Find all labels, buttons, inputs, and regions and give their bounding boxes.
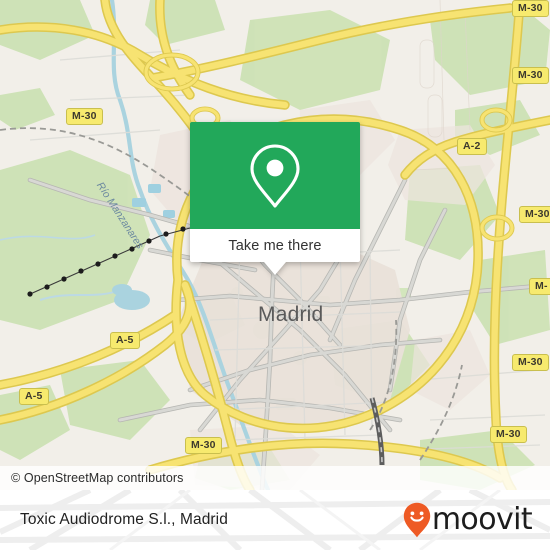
- road-shield: M-: [529, 278, 550, 295]
- map-attribution-bar: © OpenStreetMap contributors: [0, 466, 550, 490]
- road-shield: M-30: [185, 437, 222, 454]
- moovit-brand[interactable]: moovit: [403, 502, 550, 538]
- road-shield: M-30: [512, 354, 549, 371]
- place-title: Toxic Audiodrome S.l., Madrid: [20, 511, 228, 528]
- popup-tail: [264, 262, 286, 275]
- road-shield: M-30: [519, 206, 550, 223]
- location-popup[interactable]: Take me there: [190, 122, 360, 275]
- map-canvas[interactable]: M-30 M-30 M-30 A-2 M-30 M- A-5 M-30 A-5 …: [0, 0, 550, 490]
- popup-footer[interactable]: Take me there: [190, 229, 360, 275]
- map-screenshot: M-30 M-30 M-30 A-2 M-30 M- A-5 M-30 A-5 …: [0, 0, 550, 550]
- take-me-there-label: Take me there: [228, 237, 322, 254]
- road-shield: M-30: [490, 426, 527, 443]
- attribution-text: © OpenStreetMap contributors: [11, 471, 184, 485]
- city-label-madrid: Madrid: [258, 303, 324, 326]
- road-shield: M-30: [512, 0, 549, 17]
- road-shield: A-5: [19, 388, 49, 405]
- moovit-wordmark: moovit: [431, 502, 533, 537]
- footer-bar: Toxic Audiodrome S.l., Madrid moovit: [0, 490, 550, 550]
- popup-header: [190, 122, 360, 229]
- road-shield: A-5: [110, 332, 140, 349]
- map-pin-icon: [250, 143, 300, 208]
- road-shield: M-30: [512, 67, 549, 84]
- moovit-smiley-pin-icon: [403, 502, 431, 538]
- road-shield: A-2: [457, 138, 487, 155]
- road-shield: M-30: [66, 108, 103, 125]
